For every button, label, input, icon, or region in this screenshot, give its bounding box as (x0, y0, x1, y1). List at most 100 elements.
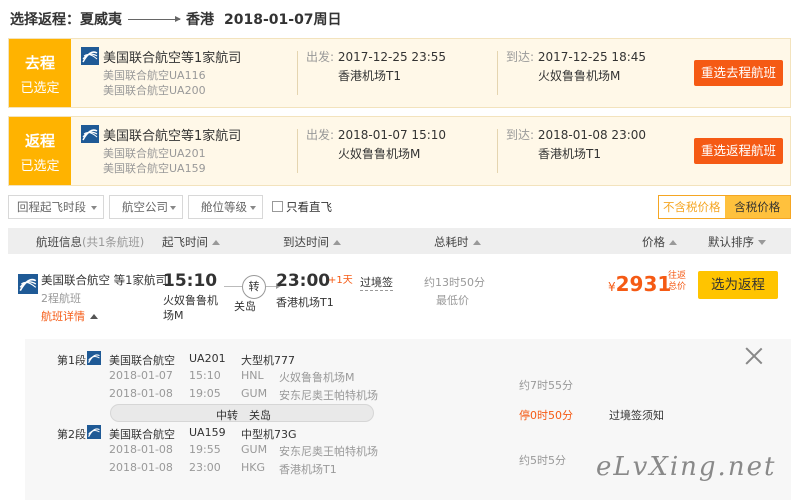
flight-detail-toggle[interactable]: 航班详情 (41, 308, 98, 324)
outbound-tag-status: 已选定 (20, 81, 60, 96)
seg1-dep-code: HNL (241, 369, 264, 382)
tax-excluded-option[interactable]: 不含税价格 (659, 196, 725, 218)
outbound-arrive-airport: 火奴鲁鲁机场M (538, 69, 621, 83)
outbound-arrive: 到达: 2017-12-25 18:45 (506, 48, 646, 65)
seg2-arr-time: 23:00 (189, 461, 221, 474)
seg2-arr-airport: 香港机场T1 (279, 463, 337, 476)
header-to: 香港 (186, 12, 214, 28)
seg2-dep-code: GUM (241, 443, 268, 456)
united-logo-icon (18, 274, 38, 294)
sort-arr-time[interactable]: 到达时间 (283, 234, 341, 250)
return-depart-airport: 火奴鲁鲁机场M (338, 147, 421, 161)
seg1-duration: 约7时55分 (519, 379, 573, 392)
return-flight-1: 美国联合航空UA201 (103, 147, 206, 160)
return-arrive-airport: 香港机场T1 (538, 147, 601, 161)
seg2-arr-code: HKG (241, 461, 266, 474)
route-line (224, 286, 242, 287)
col-flight-info-label: 航班信息 (36, 235, 82, 249)
result-duration: 约13时50分 (424, 276, 485, 289)
result-dep-time: 15:10 (163, 271, 218, 291)
filter-bar: 回程起飞时段 航空公司 舱位等级 只看直飞 不含税价格 含税价格 (8, 195, 791, 219)
outbound-flight-2: 美国联合航空UA200 (103, 84, 206, 97)
seg1-dep-time: 15:10 (189, 369, 221, 382)
divider (297, 129, 298, 173)
outbound-tag-title: 去程 (24, 54, 55, 72)
route-header: 选择返程： 夏威夷 香港 2018-01-07周日 (10, 8, 342, 30)
reselect-return-button[interactable]: 重选返程航班 (694, 138, 783, 164)
direct-only-checkbox[interactable] (272, 201, 283, 212)
seg2-dep-time: 19:55 (189, 443, 221, 456)
seg2-duration: 约5时5分 (519, 454, 566, 467)
outbound-airline: 美国联合航空等1家航司 (103, 51, 242, 66)
divider (497, 129, 498, 173)
seg1-arr-time: 19:05 (189, 387, 221, 400)
result-arr-airport: 香港机场T1 (276, 296, 334, 309)
outbound-summary: 去程 已选定 美国联合航空等1家航司 美国联合航空UA116 美国联合航空UA2… (8, 38, 791, 108)
transfer-icon: 转 (242, 275, 266, 299)
sort-bar: 航班信息(共1条航班) 起飞时间 到达时间 总耗时 价格 默认排序 (8, 228, 791, 254)
sort-down-icon (758, 240, 766, 245)
airline-filter-label: 航空公司 (122, 200, 168, 214)
seg2-dep-date: 2018-01-08 (109, 443, 173, 456)
sort-price[interactable]: 价格 (642, 234, 677, 250)
seg1-dep-date: 2018-01-07 (109, 369, 173, 382)
airline-filter[interactable]: 航空公司 (109, 195, 183, 219)
depart-time: 2017-12-25 23:55 (337, 50, 447, 64)
seg1-arr-date: 2018-01-08 (109, 387, 173, 400)
close-icon[interactable] (745, 347, 763, 365)
return-flight-2: 美国联合航空UA159 (103, 162, 206, 175)
sort-duration[interactable]: 总耗时 (434, 234, 481, 250)
divider (297, 51, 298, 95)
transfer-label: 中转 (216, 409, 238, 422)
seg2-airline: 美国联合航空 (109, 428, 175, 441)
sort-default[interactable]: 默认排序 (708, 234, 766, 250)
cabin-filter[interactable]: 舱位等级 (188, 195, 263, 219)
route-arrow-icon (128, 15, 181, 22)
sort-price-label: 价格 (642, 235, 665, 249)
seg1-airline: 美国联合航空 (109, 354, 175, 367)
chevron-down-icon (170, 206, 176, 210)
header-from: 夏威夷 (80, 12, 122, 28)
return-airline: 美国联合航空等1家航司 (103, 129, 242, 144)
divider (497, 51, 498, 95)
seg2-flight: UA159 (189, 426, 226, 439)
reselect-outbound-button[interactable]: 重选去程航班 (694, 60, 783, 86)
result-arr-time: 23:00 (276, 271, 331, 291)
result-via: 关岛 (234, 300, 256, 313)
sort-up-icon (212, 240, 220, 245)
transfer-city: 关岛 (249, 409, 271, 422)
return-tag: 返程 已选定 (9, 117, 71, 185)
result-airline: 美国联合航空 等1家航司 (41, 273, 167, 287)
tax-toggle: 不含税价格 含税价格 (658, 195, 791, 219)
sort-dep-time[interactable]: 起飞时间 (162, 234, 220, 250)
arrive-time: 2018-01-08 23:00 (537, 128, 647, 142)
price-value: 2931 (615, 272, 672, 296)
sort-arr-time-label: 到达时间 (283, 235, 329, 249)
direct-only-label[interactable]: 只看直飞 (286, 199, 332, 215)
sort-duration-label: 总耗时 (434, 235, 469, 249)
depart-key: 出发: (306, 128, 335, 142)
sort-up-icon (472, 240, 481, 245)
dep-time-filter[interactable]: 回程起飞时段 (8, 195, 104, 219)
outbound-flight-1: 美国联合航空UA116 (103, 69, 206, 82)
transfer-visa-link[interactable]: 过境签须知 (609, 407, 664, 423)
seg2-label: 第2段 (57, 428, 86, 441)
seg1-arr-airport: 安东尼奥王帕特机场 (279, 389, 378, 402)
arrive-time: 2017-12-25 18:45 (537, 50, 647, 64)
seg1-label: 第1段 (57, 354, 86, 367)
price-tag: 往返总价 (668, 271, 687, 292)
visa-link[interactable]: 过境签 (360, 274, 393, 291)
united-logo-icon (81, 47, 99, 65)
united-logo-icon (87, 351, 101, 365)
result-next-day: +1天 (328, 275, 353, 286)
dep-time-filter-label: 回程起飞时段 (17, 200, 86, 214)
flight-detail-toggle-label: 航班详情 (41, 310, 85, 323)
transfer-stop: 停0时50分 (519, 409, 573, 422)
arrive-key: 到达: (506, 50, 535, 64)
outbound-depart-airport: 香港机场T1 (338, 69, 401, 83)
col-flight-info: 航班信息(共1条航班) (36, 234, 144, 250)
select-return-button[interactable]: 选为返程 (698, 271, 778, 299)
chevron-down-icon (250, 206, 256, 210)
tax-included-option[interactable]: 含税价格 (724, 196, 790, 218)
seg2-dep-airport: 安东尼奥王帕特机场 (279, 445, 378, 458)
